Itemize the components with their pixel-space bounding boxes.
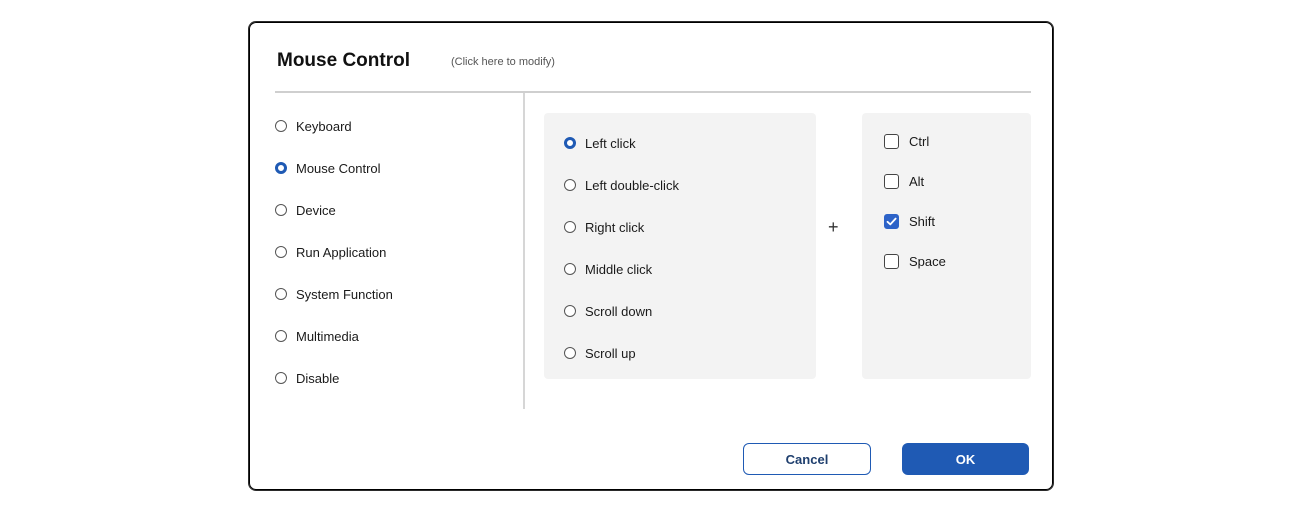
- nav-item-keyboard[interactable]: Keyboard: [275, 116, 352, 136]
- nav-item-label: Run Application: [296, 244, 387, 260]
- nav-item-multimedia[interactable]: Multimedia: [275, 326, 359, 346]
- dialog-title: Mouse Control: [277, 50, 410, 71]
- nav-item-label: System Function: [296, 286, 393, 302]
- cancel-button[interactable]: Cancel: [743, 443, 871, 475]
- modifier-shift[interactable]: Shift: [884, 211, 935, 231]
- option-label: Middle click: [585, 261, 653, 277]
- nav-item-disable[interactable]: Disable: [275, 368, 339, 388]
- modifier-label: Ctrl: [909, 133, 930, 149]
- radio-icon: [564, 221, 576, 233]
- radio-icon: [564, 179, 576, 191]
- radio-icon: [275, 288, 287, 300]
- modifier-keys-panel: Ctrl Alt Shift Space: [862, 113, 1031, 379]
- nav-item-label: Keyboard: [296, 118, 352, 134]
- modifier-space[interactable]: Space: [884, 251, 946, 271]
- option-left-double-click[interactable]: Left double-click: [564, 175, 679, 195]
- modifier-label: Alt: [909, 173, 925, 189]
- nav-item-label: Device: [296, 202, 336, 218]
- option-scroll-down[interactable]: Scroll down: [564, 301, 652, 321]
- radio-icon: [275, 372, 287, 384]
- radio-icon: [275, 246, 287, 258]
- vertical-divider: [523, 93, 525, 409]
- checkbox-icon: [884, 173, 899, 189]
- modifier-ctrl[interactable]: Ctrl: [884, 131, 929, 151]
- option-label: Left click: [585, 135, 636, 151]
- checkbox-icon: [884, 133, 899, 149]
- radio-selected-icon: [275, 162, 287, 174]
- option-label: Scroll down: [585, 303, 653, 319]
- radio-icon: [275, 204, 287, 216]
- click-type-panel: Left click Left double-click Right click…: [544, 113, 816, 379]
- radio-icon: [564, 305, 576, 317]
- radio-icon: [564, 263, 576, 275]
- nav-item-mouse-control[interactable]: Mouse Control: [275, 158, 381, 178]
- modifier-alt[interactable]: Alt: [884, 171, 924, 191]
- nav-item-label: Multimedia: [296, 328, 359, 344]
- nav-item-system-function[interactable]: System Function: [275, 284, 393, 304]
- option-label: Left double-click: [585, 177, 679, 193]
- nav-item-device[interactable]: Device: [275, 200, 336, 220]
- modifier-label: Space: [909, 253, 946, 269]
- radio-selected-icon: [564, 137, 576, 149]
- option-label: Scroll up: [585, 345, 636, 361]
- checkbox-icon: [884, 253, 899, 269]
- radio-icon: [275, 330, 287, 342]
- option-label: Right click: [585, 219, 645, 235]
- nav-item-label: Disable: [296, 370, 340, 386]
- option-middle-click[interactable]: Middle click: [564, 259, 652, 279]
- mouse-control-dialog: Mouse Control (Click here to modify) Key…: [248, 21, 1054, 491]
- option-right-click[interactable]: Right click: [564, 217, 644, 237]
- option-left-click[interactable]: Left click: [564, 133, 636, 153]
- modify-hint-link[interactable]: (Click here to modify): [451, 56, 555, 68]
- option-scroll-up[interactable]: Scroll up: [564, 343, 636, 363]
- radio-icon: [564, 347, 576, 359]
- ok-button[interactable]: OK: [902, 443, 1029, 475]
- nav-item-run-application[interactable]: Run Application: [275, 242, 386, 262]
- nav-item-label: Mouse Control: [296, 160, 381, 176]
- plus-icon: +: [828, 217, 839, 237]
- modifier-label: Shift: [909, 213, 936, 229]
- checkbox-checked-icon: [884, 213, 899, 229]
- radio-icon: [275, 120, 287, 132]
- title-divider: [275, 91, 1031, 93]
